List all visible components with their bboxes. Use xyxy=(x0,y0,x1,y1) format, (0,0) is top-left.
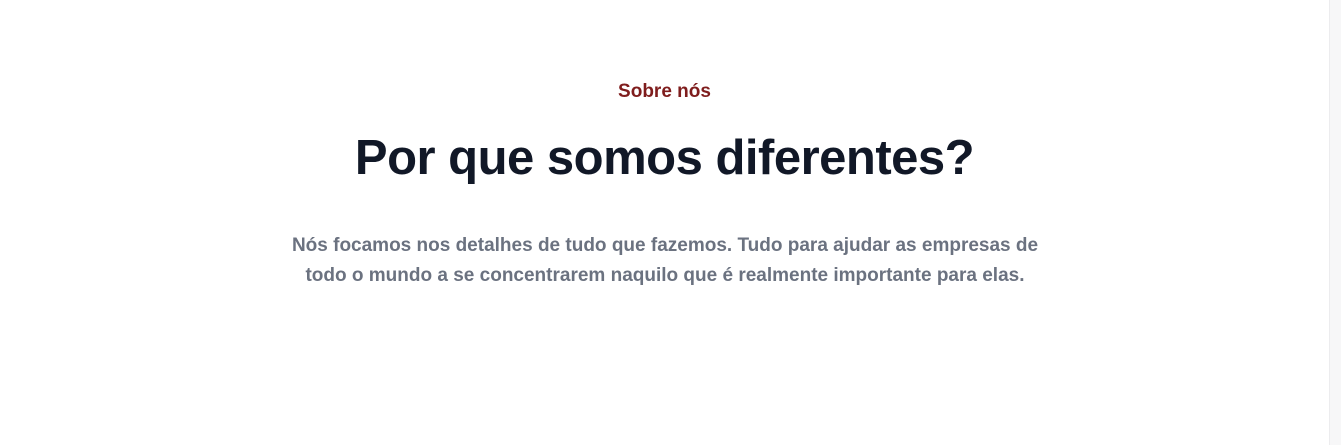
vertical-scrollbar[interactable] xyxy=(1329,0,1341,445)
section-description: Nós focamos nos detalhes de tudo que faz… xyxy=(291,235,1039,286)
about-section: Sobre nós Por que somos diferentes? Nós … xyxy=(0,0,1329,445)
section-eyebrow: Sobre nós xyxy=(618,81,711,102)
section-title: Por que somos diferentes? xyxy=(354,131,975,185)
